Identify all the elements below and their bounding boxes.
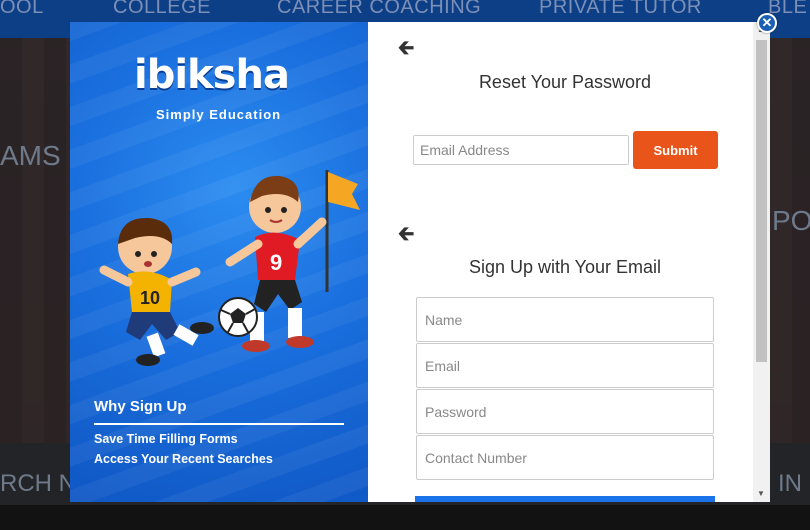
nav-item[interactable]: OOL xyxy=(0,0,44,19)
contact-number-field[interactable] xyxy=(416,435,714,480)
close-icon[interactable]: ✕ xyxy=(757,13,777,33)
scroll-thumb[interactable] xyxy=(756,40,767,362)
background-search-text: RCH N xyxy=(0,470,76,497)
promo-panel: ibiksha Simply Education 9 10 Why Sign U… xyxy=(70,22,368,502)
signup-title: Sign Up with Your Email xyxy=(468,257,662,277)
kids-football-illustration: 9 10 xyxy=(99,170,360,366)
background-footer xyxy=(0,505,810,530)
why-signup-item: Access Your Recent Searches xyxy=(94,452,273,466)
scroll-down-icon[interactable]: ▼ xyxy=(757,489,765,498)
nav-item[interactable]: CAREER COACHING xyxy=(277,0,481,19)
signup-button[interactable] xyxy=(415,496,715,502)
reset-password-title: Reset Your Password xyxy=(478,72,652,92)
background-hero-text: POI xyxy=(772,205,810,236)
signup-modal: ibiksha Simply Education 9 10 Why Sign U… xyxy=(70,22,770,502)
modal-scrollbar[interactable]: ▲ ▼ xyxy=(753,22,770,502)
nav-item[interactable]: PRIVATE TUTOR xyxy=(539,0,702,19)
submit-button[interactable]: Submit xyxy=(633,131,718,169)
why-signup-item: Save Time Filling Forms xyxy=(94,432,238,446)
svg-text:10: 10 xyxy=(140,288,160,308)
form-panel: 🡰 Reset Your Password Submit 🡰 Sign Up w… xyxy=(368,22,770,502)
brand-tagline: Simply Education xyxy=(156,107,282,122)
brand-logo: ibiksha xyxy=(134,52,290,98)
divider xyxy=(94,423,344,425)
reset-email-input[interactable] xyxy=(413,135,629,165)
background-search-text: IN xyxy=(778,470,802,497)
arrow-left-icon[interactable]: 🡰 xyxy=(398,224,414,244)
nav-item[interactable]: COLLEGE xyxy=(113,0,211,19)
svg-text:9: 9 xyxy=(270,250,282,275)
background-hero-text: AMS xyxy=(0,140,61,171)
password-field[interactable] xyxy=(416,389,714,434)
why-signup-title: Why Sign Up xyxy=(94,398,187,415)
name-field[interactable] xyxy=(416,297,714,342)
email-field[interactable] xyxy=(416,343,714,388)
arrow-left-icon[interactable]: 🡰 xyxy=(398,38,414,58)
